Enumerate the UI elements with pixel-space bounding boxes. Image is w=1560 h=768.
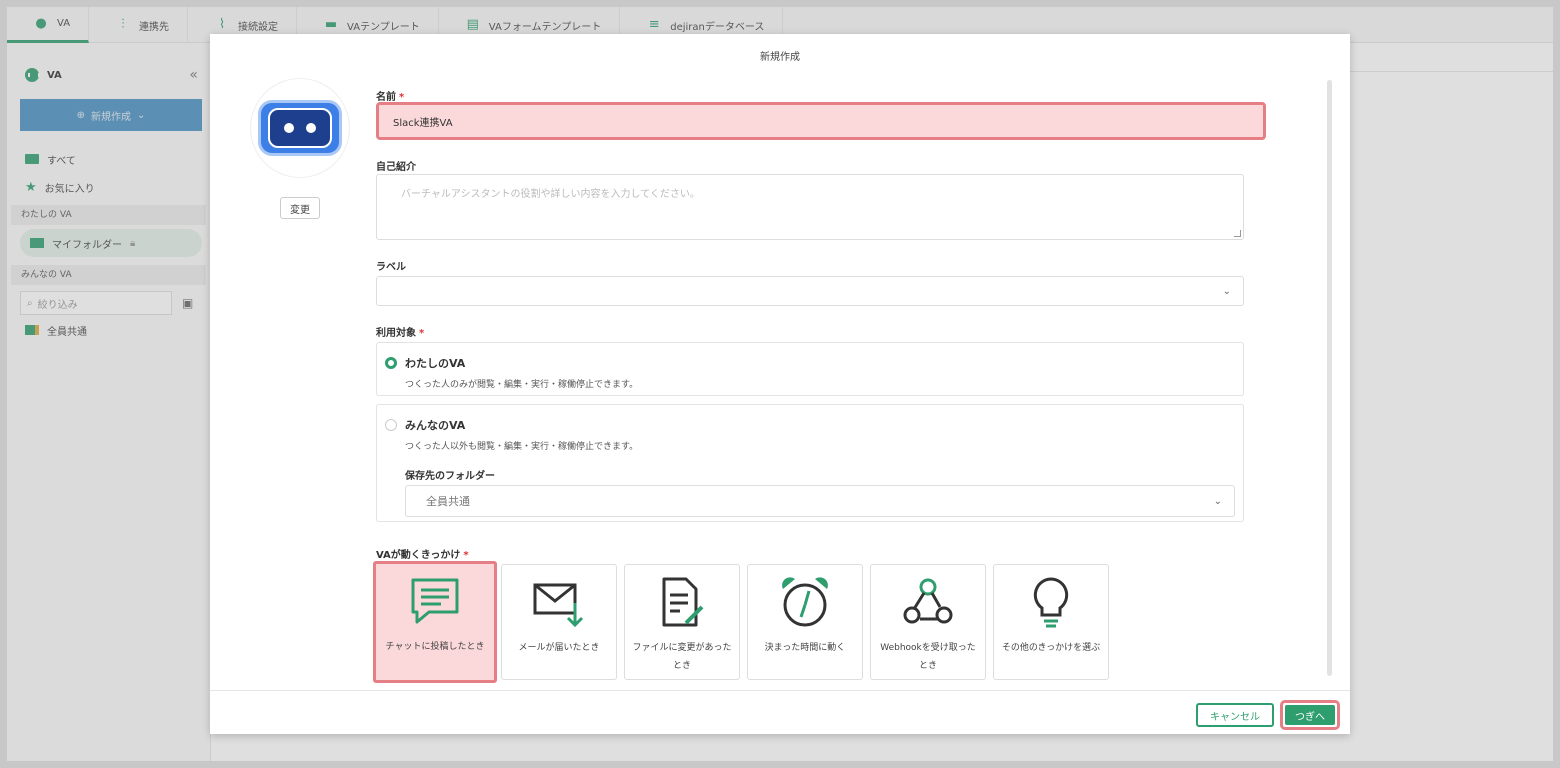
trigger-other[interactable]: その他のきっかけを選ぶ <box>993 564 1109 680</box>
webhook-icon <box>903 578 953 624</box>
trigger-file[interactable]: ファイルに変更があったとき <box>624 564 740 680</box>
trigger-webhook[interactable]: Webhookを受け取ったとき <box>870 564 986 680</box>
chat-icon <box>411 578 459 624</box>
lightbulb-icon <box>1033 577 1069 628</box>
mail-icon <box>533 583 584 628</box>
required-mark: * <box>419 328 425 339</box>
label-label: ラベル <box>376 262 406 273</box>
label-select[interactable]: ⌄ <box>376 276 1244 306</box>
option-mine-card[interactable]: わたしのVA つくった人のみが閲覧・編集・実行・稼働停止できます。 <box>376 342 1244 396</box>
trigger-chat[interactable]: チャットに投稿したとき <box>373 561 497 683</box>
name-input[interactable]: Slack連携VA <box>376 102 1266 140</box>
bot-avatar-icon <box>258 100 342 156</box>
change-avatar-button[interactable]: 変更 <box>280 197 320 219</box>
folder-select[interactable]: 全員共通 ⌄ <box>405 485 1235 517</box>
dialog-footer: キャンセル つぎへ <box>210 690 1350 734</box>
trigger-label: VAが動くきっかけ * <box>376 550 469 561</box>
file-edit-icon <box>662 577 704 627</box>
next-button[interactable]: つぎへ <box>1280 700 1340 730</box>
alarm-clock-icon <box>782 577 828 627</box>
required-mark: * <box>463 550 469 561</box>
app-window: ● VA ⫶ 連携先 ⌇ 接続設定 ▬ VAテンプレート ▤ VAフォームテンプレート ≡… <box>7 7 1553 761</box>
intro-textarea[interactable]: バーチャルアシスタントの役割や詳しい内容を入力してください。 <box>376 174 1244 240</box>
resize-handle[interactable] <box>1234 230 1241 237</box>
avatar <box>250 78 350 178</box>
trigger-mail[interactable]: メールが届いたとき <box>501 564 617 680</box>
new-va-dialog: 新規作成 変更 名前 * Slack連携VA 自己紹介 バーチャルアシスタントの役… <box>210 34 1350 734</box>
target-label: 利用対象 * <box>376 328 425 339</box>
trigger-schedule[interactable]: 決まった時間に動く <box>747 564 863 680</box>
radio-everyone[interactable] <box>385 419 397 431</box>
trigger-options: チャットに投稿したとき メールが届いたとき ファイルに変更があったとき 決まった… <box>373 561 1109 683</box>
name-label: 名前 * <box>376 92 405 103</box>
chevron-down-icon: ⌄ <box>1222 285 1231 297</box>
dialog-title: 新規作成 <box>760 52 800 63</box>
cancel-button[interactable]: キャンセル <box>1196 703 1274 727</box>
chevron-down-icon: ⌄ <box>1213 495 1222 507</box>
folder-label: 保存先のフォルダー <box>405 471 495 482</box>
radio-mine[interactable] <box>385 357 397 369</box>
intro-label: 自己紹介 <box>376 162 416 173</box>
option-everyone-card[interactable]: みんなのVA つくった人以外も閲覧・編集・実行・稼働停止できます。 保存先のフォ… <box>376 404 1244 522</box>
dialog-scrollbar[interactable] <box>1327 80 1332 676</box>
